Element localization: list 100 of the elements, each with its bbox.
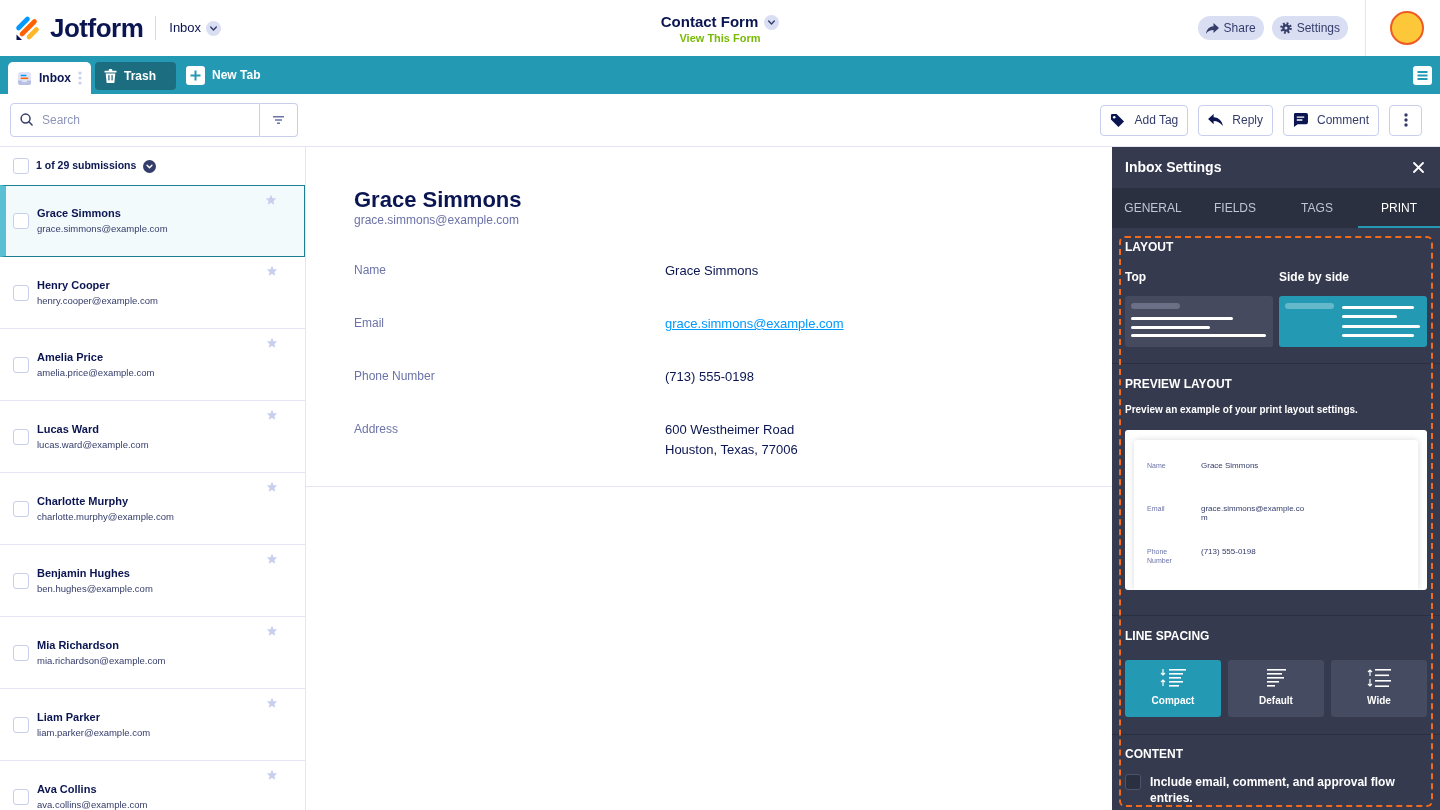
submitter-name: Henry Cooper xyxy=(37,278,111,292)
submitter-email: grace.simmons@example.com xyxy=(354,212,520,228)
submitter-name: Lucas Ward xyxy=(37,422,100,436)
search-icon xyxy=(20,113,33,126)
menu-icon[interactable] xyxy=(1413,65,1432,85)
field-label: Email xyxy=(354,315,385,332)
star-icon[interactable] xyxy=(266,481,278,493)
submitter-email: charlotte.murphy@example.com xyxy=(37,510,175,523)
layout-option-label: Top xyxy=(1125,270,1148,284)
submission-item[interactable]: Liam Parker liam.parker@example.com xyxy=(0,689,305,761)
preview-value: Grace Simmons xyxy=(1201,461,1260,470)
submitter-name: Mia Richardson xyxy=(37,638,120,652)
submitter-name: Amelia Price xyxy=(37,350,105,364)
layout-option-label: Side by side xyxy=(1279,270,1351,284)
submission-item[interactable]: Ava Collins ava.collins@example.com xyxy=(0,761,305,810)
tab[interactable]: Inbox xyxy=(8,62,91,94)
submission-item[interactable]: Benjamin Hughes ben.hughes@example.com xyxy=(0,545,305,617)
field-label: Phone Number xyxy=(354,368,436,385)
two-column-lines-icon xyxy=(1285,303,1421,337)
comment-icon xyxy=(1293,113,1308,127)
settings-tab[interactable]: PRINT xyxy=(1358,188,1440,228)
align-left-lines-icon xyxy=(1266,669,1286,687)
caret-icon xyxy=(206,20,222,36)
wide-spacing-icon xyxy=(1367,669,1391,687)
field-value: Grace Simmons xyxy=(665,262,759,280)
submission-item[interactable]: Charlotte Murphy charlotte.murphy@example.com xyxy=(0,473,305,545)
line-spacing-option[interactable]: Default xyxy=(1228,660,1324,717)
logo-text: Jotform xyxy=(50,15,144,41)
panel-title: Inbox Settings xyxy=(1125,158,1222,177)
settings-tab[interactable]: TAGS xyxy=(1276,188,1358,228)
submitter-name-heading: Grace Simmons xyxy=(354,188,523,212)
submitter-email: henry.cooper@example.com xyxy=(37,294,159,307)
section-heading: LAYOUT xyxy=(1125,240,1175,254)
tag-icon xyxy=(1110,112,1126,128)
star-icon[interactable] xyxy=(266,769,278,781)
filter-button[interactable] xyxy=(260,103,298,137)
star-icon[interactable] xyxy=(266,265,278,277)
submitter-email: liam.parker@example.com xyxy=(37,726,152,739)
settings-button[interactable]: Settings xyxy=(1271,16,1348,40)
section-heading: LINE SPACING xyxy=(1125,629,1211,643)
gear-icon xyxy=(1279,22,1292,34)
submission-item[interactable]: Grace Simmons grace.simmons@example.com xyxy=(0,185,305,257)
submitter-name: Grace Simmons xyxy=(37,207,122,220)
section-heading: CONTENT xyxy=(1125,747,1184,761)
settings-tab[interactable]: GENERAL xyxy=(1112,188,1194,228)
submitter-email: lucas.ward@example.com xyxy=(37,438,150,451)
section-heading: PREVIEW LAYOUT xyxy=(1125,377,1233,391)
share-button[interactable]: Share xyxy=(1197,16,1264,40)
logo-icon xyxy=(15,15,41,41)
trash-icon xyxy=(104,69,117,83)
settings-tab[interactable]: FIELDS xyxy=(1194,188,1276,228)
submitter-name: Charlotte Murphy xyxy=(37,494,130,508)
stacked-lines-icon xyxy=(1131,303,1267,337)
submission-item[interactable]: Lucas Ward lucas.ward@example.com xyxy=(0,401,305,473)
star-icon[interactable] xyxy=(266,625,278,637)
field-value: 600 Westheimer Road xyxy=(665,421,796,439)
reply-icon xyxy=(1208,113,1224,127)
section-description: Preview an example of your print layout settings. xyxy=(1125,403,1359,417)
comment-button[interactable]: Comment xyxy=(1283,104,1379,136)
field-value: Houston, Texas, 77006 xyxy=(665,441,798,459)
submission-item[interactable]: Mia Richardson mia.richardson@example.com xyxy=(0,617,305,689)
close-icon[interactable] xyxy=(1413,162,1424,173)
submitter-name: Benjamin Hughes xyxy=(37,566,131,580)
submitter-name: Liam Parker xyxy=(37,710,101,724)
add-tag-button[interactable]: Add Tag xyxy=(1100,104,1189,136)
caret-icon xyxy=(143,159,157,173)
avatar-icon[interactable] xyxy=(1390,11,1424,45)
filter-icon xyxy=(273,116,284,124)
star-icon[interactable] xyxy=(266,409,278,421)
submission-item[interactable]: Amelia Price amelia.price@example.com xyxy=(0,329,305,401)
layout-option[interactable] xyxy=(1125,296,1273,347)
preview-value: (713) 555-0198 xyxy=(1201,547,1257,556)
submitter-name: Ava Collins xyxy=(37,782,98,796)
preview-value: grace.simmons@example.com xyxy=(1201,504,1305,522)
line-spacing-option[interactable]: Wide xyxy=(1331,660,1427,717)
inbox-icon xyxy=(17,70,32,86)
star-icon[interactable] xyxy=(266,553,278,565)
more-icon xyxy=(1403,113,1408,127)
submitter-email: amelia.price@example.com xyxy=(37,366,156,379)
field-value: (713) 555-0198 xyxy=(665,368,754,386)
star-icon[interactable] xyxy=(266,697,278,709)
submitter-email: mia.richardson@example.com xyxy=(37,654,167,667)
more-icon[interactable] xyxy=(78,71,82,85)
compact-spacing-icon xyxy=(1160,669,1186,687)
plus-icon xyxy=(186,65,205,85)
field-label: Name xyxy=(354,262,387,279)
more-button[interactable] xyxy=(1389,104,1422,136)
reply-button[interactable]: Reply xyxy=(1198,104,1273,136)
form-title-dropdown[interactable]: Contact Form xyxy=(660,13,780,31)
submission-item[interactable]: Henry Cooper henry.cooper@example.com xyxy=(0,257,305,329)
submission-count: 1 of 29 submissions xyxy=(36,158,137,174)
checkbox-label: Include email, comment, and approval flow entries. xyxy=(1150,774,1396,806)
star-icon[interactable] xyxy=(265,194,277,206)
inbox-dropdown[interactable]: Inbox xyxy=(169,18,222,38)
tab[interactable]: Trash xyxy=(95,62,176,90)
submitter-email: grace.simmons@example.com xyxy=(37,223,169,235)
star-icon[interactable] xyxy=(266,337,278,349)
field-label: Address xyxy=(354,421,400,438)
search-field[interactable]: Search xyxy=(10,103,260,137)
checkbox[interactable] xyxy=(1125,774,1141,790)
